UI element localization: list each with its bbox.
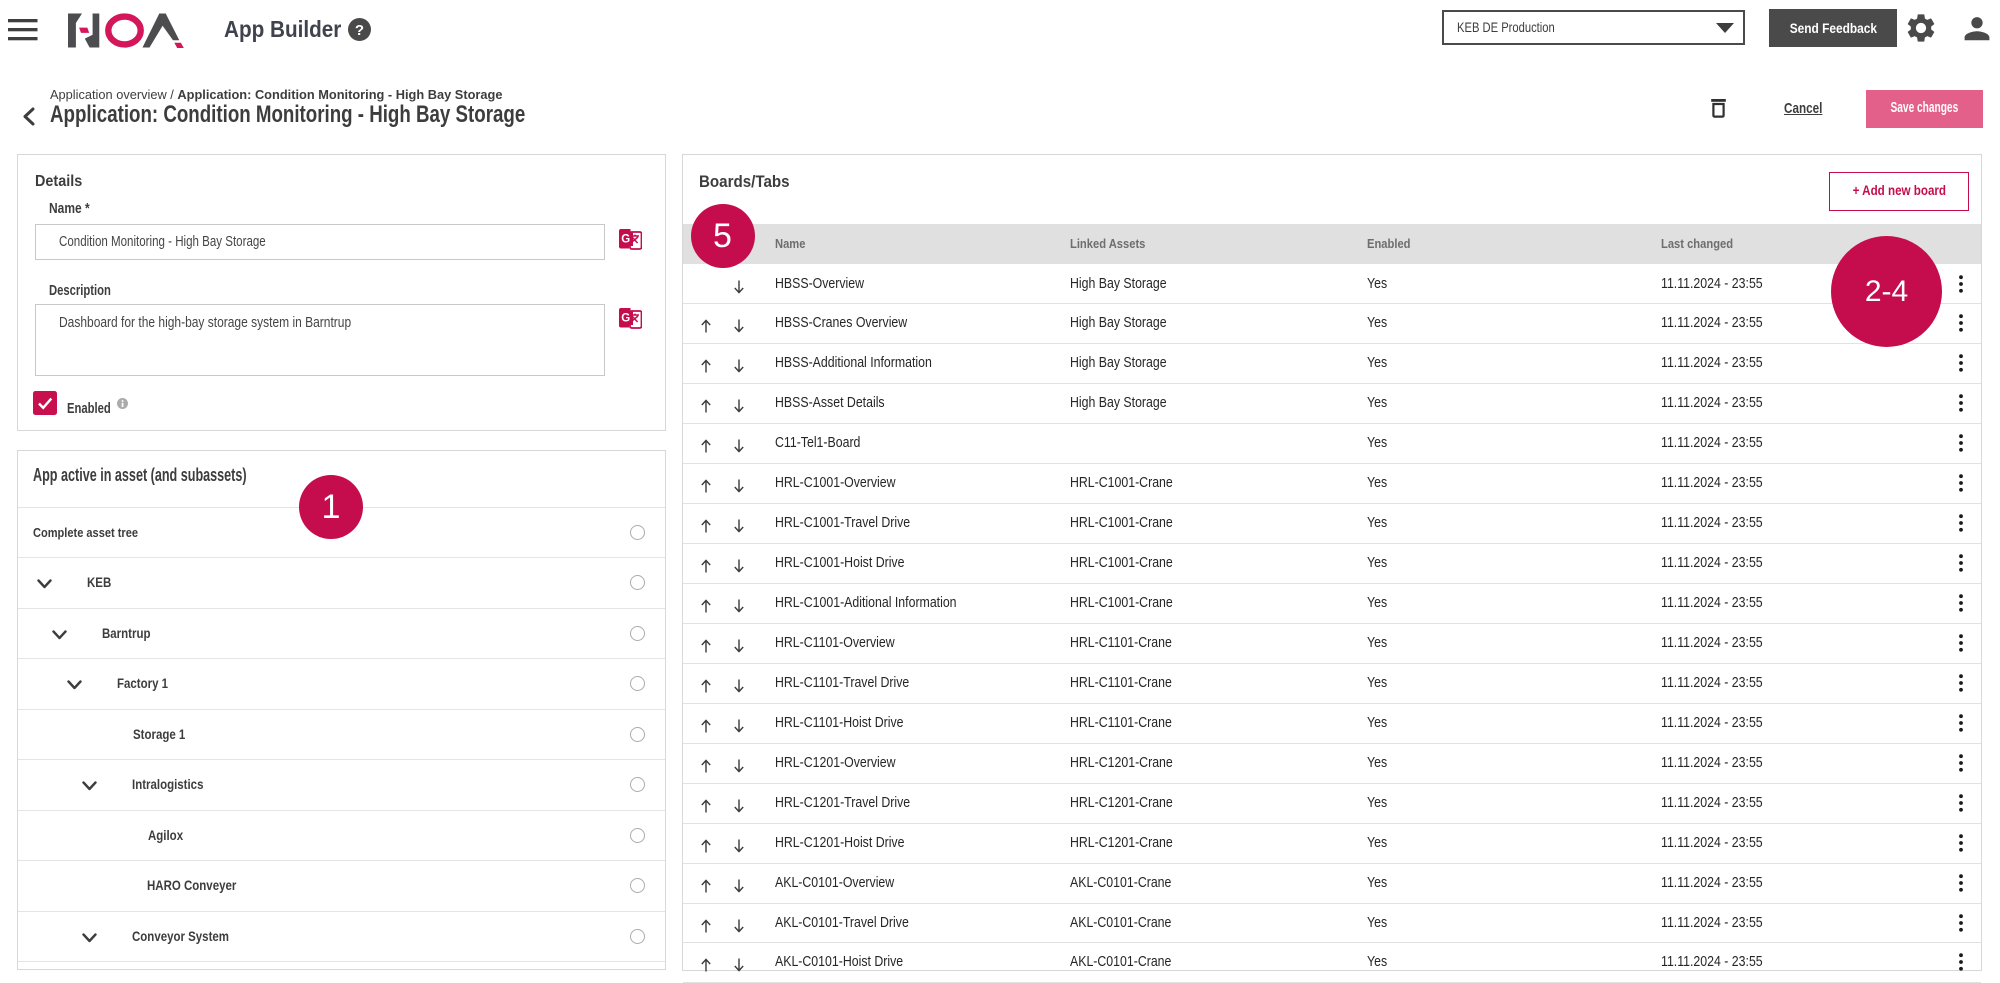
svg-text:?: ? [355,22,364,39]
svg-text:G: G [621,234,630,246]
svg-text:G: G [621,313,630,325]
